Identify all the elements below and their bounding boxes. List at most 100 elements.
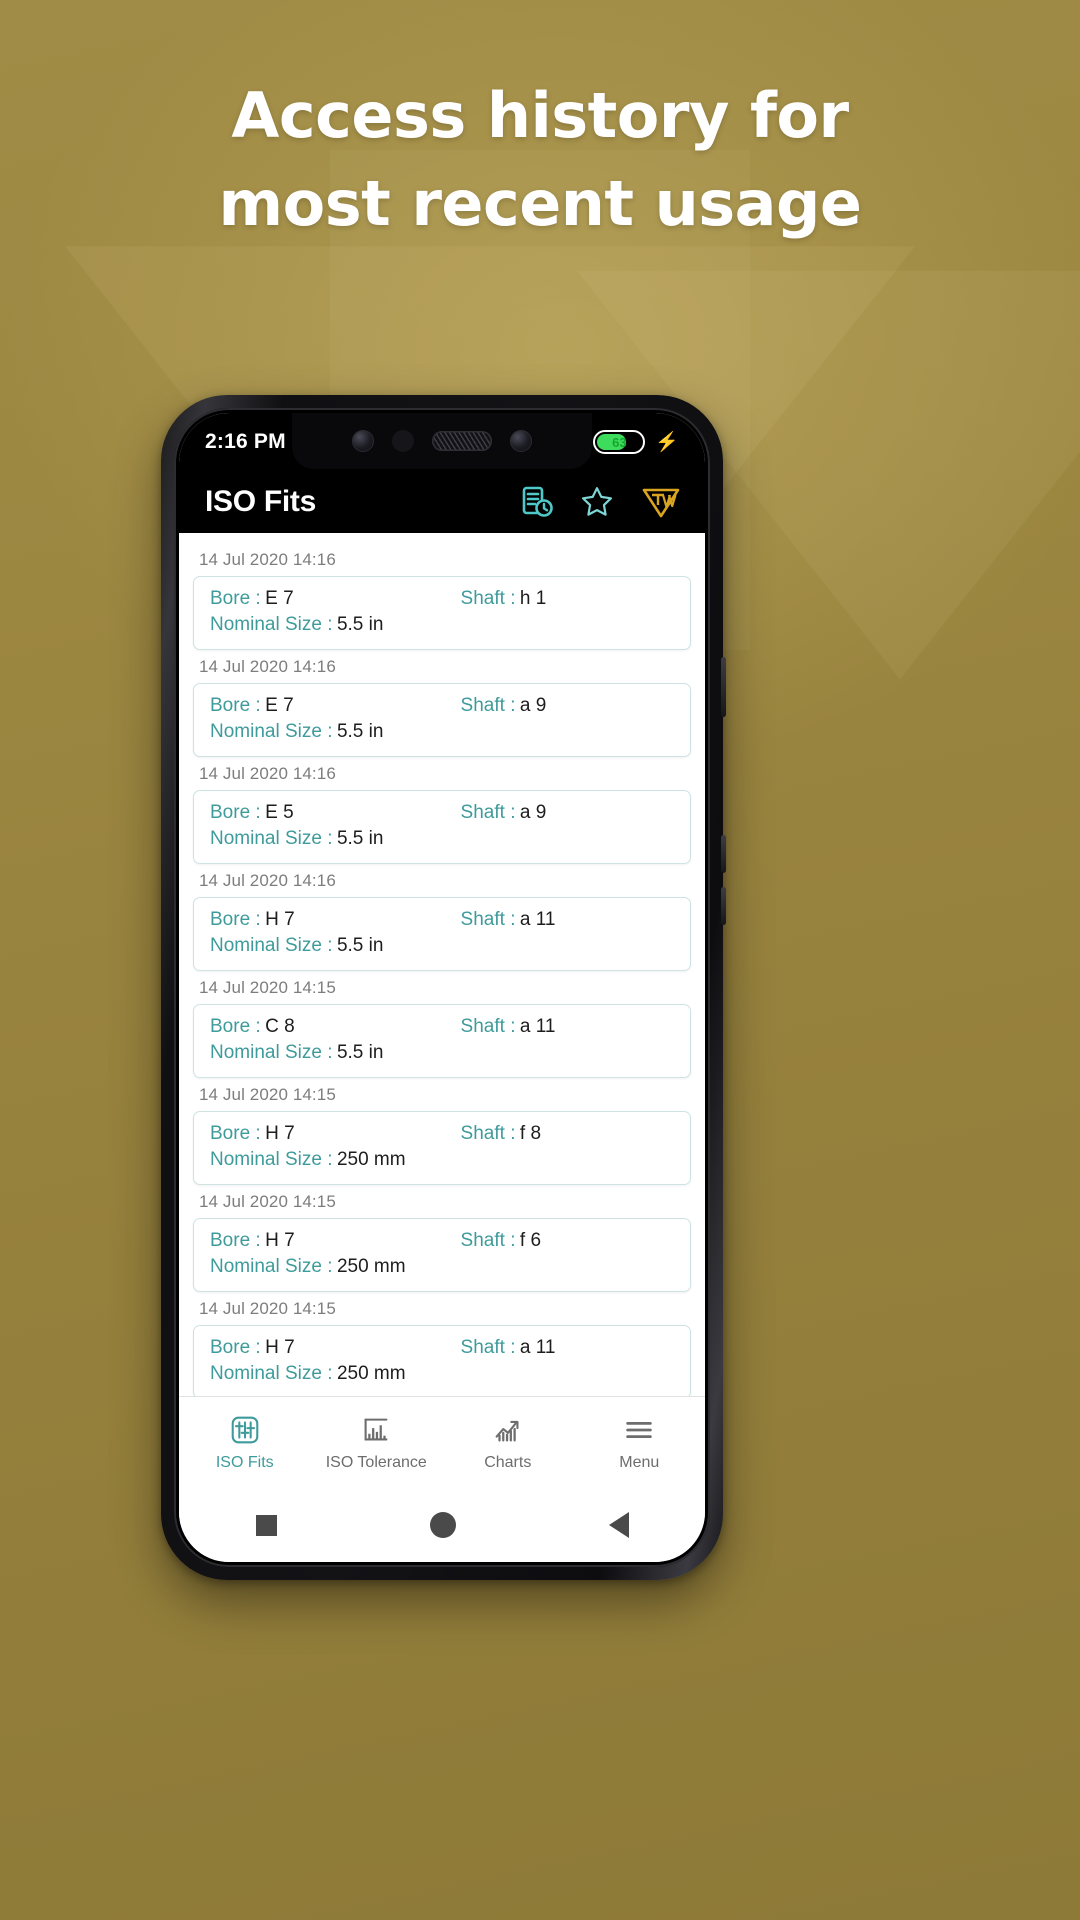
- nominal-size-field: Nominal Size : 250 mm: [210, 1363, 406, 1385]
- fit-card-row-primary: Bore : H 7 Shaft : a 11: [210, 1337, 674, 1359]
- triangle-back-icon[interactable]: [608, 1512, 629, 1538]
- phone-screen: 2:16 PM Vo LTE 4G: [179, 413, 705, 1562]
- shaft-value: h 1: [519, 588, 547, 609]
- shaft-value: a 9: [519, 802, 547, 823]
- tab-iso-tolerance[interactable]: ISO Tolerance: [311, 1413, 443, 1472]
- volume-up-button[interactable]: [721, 835, 726, 873]
- fit-card-row-secondary: Nominal Size : 5.5 in: [210, 614, 674, 636]
- fit-card[interactable]: Bore : E 7 Shaft : a 9 Nominal Size : 5.…: [193, 683, 691, 757]
- nominal-size-label: Nominal Size :: [210, 614, 333, 635]
- shaft-label: Shaft :: [460, 909, 516, 930]
- nominal-size-label: Nominal Size :: [210, 1149, 333, 1170]
- shaft-field: Shaft : h 1: [461, 588, 674, 610]
- sensor-icon: [392, 430, 414, 452]
- nominal-size-label: Nominal Size :: [210, 1042, 333, 1063]
- list-item[interactable]: 14 Jul 2020 14:15 Bore : C 8 Shaft : a 1…: [193, 973, 691, 1078]
- list-item[interactable]: 14 Jul 2020 14:15 Bore : H 7 Shaft : f 6: [193, 1187, 691, 1292]
- system-navigation-bar: [179, 1488, 705, 1562]
- nominal-size-label: Nominal Size :: [210, 1363, 333, 1384]
- shaft-field: Shaft : f 6: [461, 1230, 674, 1252]
- bore-value: H 7: [265, 1337, 295, 1358]
- tab-iso-fits[interactable]: ISO Fits: [179, 1413, 311, 1472]
- tab-label: ISO Tolerance: [325, 1454, 427, 1471]
- trend-up-icon: [491, 1413, 525, 1447]
- front-camera-secondary-icon: [510, 430, 532, 452]
- favorite-star-icon[interactable]: [579, 484, 615, 520]
- shaft-label: Shaft :: [460, 1337, 516, 1358]
- entry-timestamp: 14 Jul 2020 14:16: [199, 657, 336, 676]
- list-item[interactable]: 14 Jul 2020 14:16 Bore : E 7 Shaft : a 9: [193, 652, 691, 757]
- fit-card-row-secondary: Nominal Size : 250 mm: [210, 1149, 674, 1171]
- nominal-size-field: Nominal Size : 5.5 in: [210, 1042, 383, 1064]
- bore-field: Bore : H 7: [210, 909, 461, 931]
- bore-field: Bore : E 5: [210, 802, 461, 824]
- front-camera-icon: [352, 430, 374, 452]
- volume-down-button[interactable]: [721, 887, 726, 925]
- lightning-bolt-icon: ⚡: [655, 431, 679, 453]
- fit-card-row-primary: Bore : E 5 Shaft : a 9: [210, 802, 674, 824]
- bar-chart-icon: [359, 1413, 393, 1447]
- fit-card[interactable]: Bore : E 5 Shaft : a 9 Nominal Size : 5.…: [193, 790, 691, 864]
- bore-value: H 7: [265, 909, 295, 930]
- fit-card[interactable]: Bore : H 7 Shaft : f 6 Nominal Size : 25…: [193, 1218, 691, 1292]
- bore-label: Bore :: [210, 695, 261, 716]
- bore-label: Bore :: [210, 1230, 261, 1251]
- nominal-size-field: Nominal Size : 250 mm: [210, 1149, 406, 1171]
- nominal-size-label: Nominal Size :: [210, 828, 333, 849]
- headline-line-1: Access history for: [231, 79, 849, 152]
- fit-card[interactable]: Bore : H 7 Shaft : a 11 Nominal Size :: [193, 897, 691, 971]
- entry-timestamp: 14 Jul 2020 14:16: [199, 550, 336, 569]
- tab-label: Menu: [619, 1454, 660, 1471]
- nominal-size-field: Nominal Size : 5.5 in: [210, 935, 383, 957]
- tab-label: ISO Fits: [215, 1454, 274, 1471]
- fit-card[interactable]: Bore : C 8 Shaft : a 11 Nominal Size : 5…: [193, 1004, 691, 1078]
- bore-field: Bore : E 7: [210, 588, 461, 610]
- tab-label: Charts: [484, 1454, 532, 1471]
- nominal-size-field: Nominal Size : 5.5 in: [210, 614, 383, 636]
- entry-timestamp: 14 Jul 2020 14:16: [199, 764, 336, 783]
- fit-card-row-secondary: Nominal Size : 5.5 in: [210, 935, 674, 957]
- nominal-size-field: Nominal Size : 5.5 in: [210, 721, 383, 743]
- fit-card[interactable]: Bore : H 7 Shaft : a 11 Nominal Size :: [193, 1325, 691, 1396]
- bore-field: Bore : C 8: [210, 1016, 461, 1038]
- bore-label: Bore :: [210, 802, 261, 823]
- fit-card-row-primary: Bore : E 7 Shaft : h 1: [210, 588, 674, 610]
- bore-field: Bore : H 7: [210, 1230, 461, 1252]
- shaft-label: Shaft :: [460, 1230, 516, 1251]
- entry-timestamp: 14 Jul 2020 14:15: [199, 1192, 336, 1211]
- app-bar-actions: [519, 484, 683, 520]
- bore-label: Bore :: [210, 909, 261, 930]
- list-item[interactable]: 14 Jul 2020 14:16 Bore : E 5 Shaft : a 9: [193, 759, 691, 864]
- square-recents-icon[interactable]: [255, 1514, 277, 1536]
- nominal-size-value: 5.5 in: [336, 1042, 384, 1063]
- bore-value: E 5: [265, 802, 294, 823]
- bore-label: Bore :: [210, 1016, 261, 1037]
- fit-card[interactable]: Bore : H 7 Shaft : f 8 Nominal Size : 25…: [193, 1111, 691, 1185]
- fit-card-row-secondary: Nominal Size : 5.5 in: [210, 721, 674, 743]
- power-button[interactable]: [721, 657, 726, 717]
- tab-menu[interactable]: Menu: [574, 1413, 706, 1472]
- list-item[interactable]: 14 Jul 2020 14:16 Bore : E 7 Shaft : h 1: [193, 545, 691, 650]
- shaft-field: Shaft : a 9: [461, 802, 674, 824]
- list-item[interactable]: 14 Jul 2020 14:15 Bore : H 7 Shaft : f 8: [193, 1080, 691, 1185]
- nominal-size-value: 5.5 in: [336, 721, 384, 742]
- shaft-field: Shaft : a 11: [461, 909, 674, 931]
- nominal-size-value: 250 mm: [336, 1363, 406, 1384]
- tab-charts[interactable]: Charts: [442, 1413, 574, 1472]
- fit-card[interactable]: Bore : E 7 Shaft : h 1 Nominal Size : 5.…: [193, 576, 691, 650]
- shaft-value: f 8: [519, 1123, 542, 1144]
- history-icon[interactable]: [519, 484, 555, 520]
- nominal-size-value: 5.5 in: [336, 828, 384, 849]
- history-list[interactable]: 14 Jul 2020 14:16 Bore : E 7 Shaft : h 1: [179, 533, 705, 1396]
- nominal-size-field: Nominal Size : 250 mm: [210, 1256, 406, 1278]
- nominal-size-label: Nominal Size :: [210, 935, 333, 956]
- list-item[interactable]: 14 Jul 2020 14:15 Bore : H 7 Shaft : a 1…: [193, 1294, 691, 1396]
- status-clock: 2:16 PM: [205, 430, 286, 453]
- bore-field: Bore : H 7: [210, 1337, 461, 1359]
- shaft-value: a 11: [519, 1337, 556, 1358]
- circle-home-icon[interactable]: [429, 1512, 456, 1538]
- fit-card-row-primary: Bore : E 7 Shaft : a 9: [210, 695, 674, 717]
- battery-icon: 63: [593, 430, 646, 454]
- brand-logo-icon[interactable]: [639, 484, 683, 520]
- list-item[interactable]: 14 Jul 2020 14:16 Bore : H 7 Shaft : a 1…: [193, 866, 691, 971]
